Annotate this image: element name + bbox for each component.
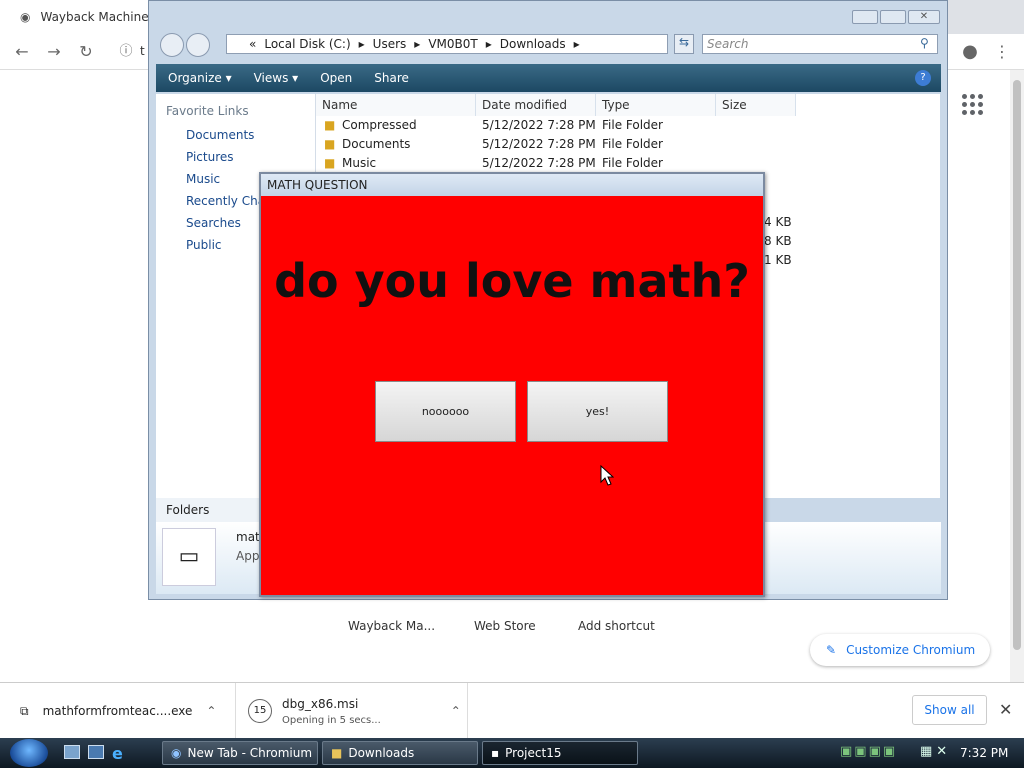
task-downloads[interactable]: ■ Downloads (322, 741, 478, 765)
minimize-button[interactable] (852, 10, 878, 24)
breadcrumb-item[interactable]: Users (373, 37, 407, 51)
profile-icon[interactable]: ● (960, 42, 980, 62)
column-name[interactable]: Name (316, 94, 476, 116)
shortcut-web-store[interactable]: Web Store (474, 619, 536, 633)
switch-windows-icon[interactable] (88, 745, 104, 759)
nav-public[interactable]: Public (186, 238, 222, 252)
window-icon: ▪ (491, 746, 500, 760)
task-chromium[interactable]: ◉ New Tab - Chromium (162, 741, 318, 765)
folder-icon: ■ (331, 746, 343, 760)
download-item[interactable]: ⧉ mathformfromteac....exe ⌃ (0, 683, 236, 739)
yes-button[interactable]: yes! (527, 381, 668, 442)
apps-grid-icon[interactable] (962, 94, 984, 115)
size-cell: 1 KB (764, 253, 792, 267)
table-row[interactable]: ■ Compressed 5/12/2022 7:28 PM File Fold… (316, 118, 796, 137)
views-button[interactable]: Views ▾ (254, 71, 299, 85)
pencil-icon: ✎ (826, 643, 837, 657)
show-all-button[interactable]: Show all (912, 695, 987, 725)
share-button[interactable]: Share (374, 71, 409, 85)
task-project15[interactable]: ▪ Project15 (482, 741, 638, 765)
forward-nav-button[interactable] (186, 33, 210, 57)
favorite-links-title: Favorite Links (166, 104, 249, 118)
organize-button[interactable]: Organize ▾ (168, 71, 232, 85)
window-title: MATH QUESTION (261, 174, 763, 196)
customize-button[interactable]: ✎ Customize Chromium (810, 634, 990, 666)
chevron-up-icon[interactable]: ⌃ (206, 704, 216, 718)
scrollbar-thumb[interactable] (1013, 80, 1021, 650)
nav-documents[interactable]: Documents (186, 128, 254, 142)
internet-explorer-icon[interactable]: e (112, 744, 123, 763)
help-icon[interactable]: ? (915, 70, 931, 86)
tray-icons[interactable]: ▣▣▣▣ (840, 744, 897, 759)
size-cell: 4 KB (764, 215, 792, 229)
column-size[interactable]: Size (716, 94, 796, 116)
file-icon: ⧉ (20, 703, 29, 718)
no-button[interactable]: noooooo (375, 381, 516, 442)
application-icon: ▭ (162, 528, 216, 586)
address-bar-text[interactable]: t (140, 44, 145, 58)
math-question-window: MATH QUESTION do you love math? noooooo … (259, 172, 765, 597)
table-row[interactable]: ■ Documents 5/12/2022 7:28 PM File Folde… (316, 137, 796, 156)
nav-music[interactable]: Music (186, 172, 220, 186)
network-volume-icons[interactable]: ▦✕ (920, 744, 951, 759)
question-text: do you love math? (274, 254, 750, 308)
shortcut-add[interactable]: Add shortcut (578, 619, 655, 633)
menu-icon[interactable]: ⋮ (992, 42, 1012, 62)
search-input[interactable]: Search (702, 34, 938, 54)
breadcrumb-item[interactable]: Downloads (500, 37, 566, 51)
breadcrumb-item[interactable]: Local Disk (C:) (264, 37, 350, 51)
chromium-icon: ◉ (171, 746, 182, 760)
column-type[interactable]: Type (596, 94, 716, 116)
command-bar: Organize ▾ Views ▾ Open Share (156, 64, 941, 92)
maximize-button[interactable] (880, 10, 906, 24)
column-date[interactable]: Date modified (476, 94, 596, 116)
details-type: App (236, 549, 260, 563)
shortcut-wayback[interactable]: Wayback Ma... (348, 619, 435, 633)
tab-title: Wayback Machine (40, 10, 149, 24)
start-button[interactable] (10, 739, 48, 767)
folder-icon: ■ (324, 137, 336, 151)
installer-icon: 15 (248, 699, 272, 723)
clock[interactable]: 7:32 PM (960, 746, 1008, 760)
back-nav-button[interactable] (160, 33, 184, 57)
download-item[interactable]: 15 dbg_x86.msi Opening in 5 secs... ⌃ (236, 683, 468, 739)
refresh-icon[interactable]: ⇆ (674, 34, 694, 54)
folders-toggle[interactable]: Folders (156, 498, 262, 522)
show-desktop-icon[interactable] (64, 745, 80, 759)
back-icon[interactable]: ← (12, 42, 32, 62)
folder-icon: ■ (324, 156, 336, 170)
close-icon[interactable]: ✕ (999, 700, 1012, 719)
breadcrumb-item[interactable]: VM0B0T (428, 37, 477, 51)
search-icon[interactable]: ⚲ (920, 36, 929, 50)
size-cell: 8 KB (764, 234, 792, 248)
nav-pictures[interactable]: Pictures (186, 150, 234, 164)
address-breadcrumb[interactable]: « Local Disk (C:) ▸ Users ▸ VM0B0T ▸ Downlo… (226, 34, 668, 54)
download-bar: ⧉ mathformfromteac....exe ⌃ 15 dbg_x86.m… (0, 682, 1024, 739)
globe-icon: ◉ (20, 10, 31, 24)
reload-icon[interactable]: ↻ (76, 42, 96, 62)
browser-tab[interactable]: ◉ Wayback Machine (0, 0, 160, 34)
mouse-cursor-icon (600, 465, 614, 486)
folder-icon: ■ (324, 118, 336, 132)
open-button[interactable]: Open (320, 71, 352, 85)
close-button[interactable]: ✕ (908, 10, 940, 24)
details-name: mat (236, 530, 260, 544)
info-icon: ⓘ (119, 44, 133, 59)
chevron-up-icon[interactable]: ⌃ (451, 704, 461, 718)
nav-searches[interactable]: Searches (186, 216, 241, 230)
forward-icon[interactable]: → (44, 42, 64, 62)
